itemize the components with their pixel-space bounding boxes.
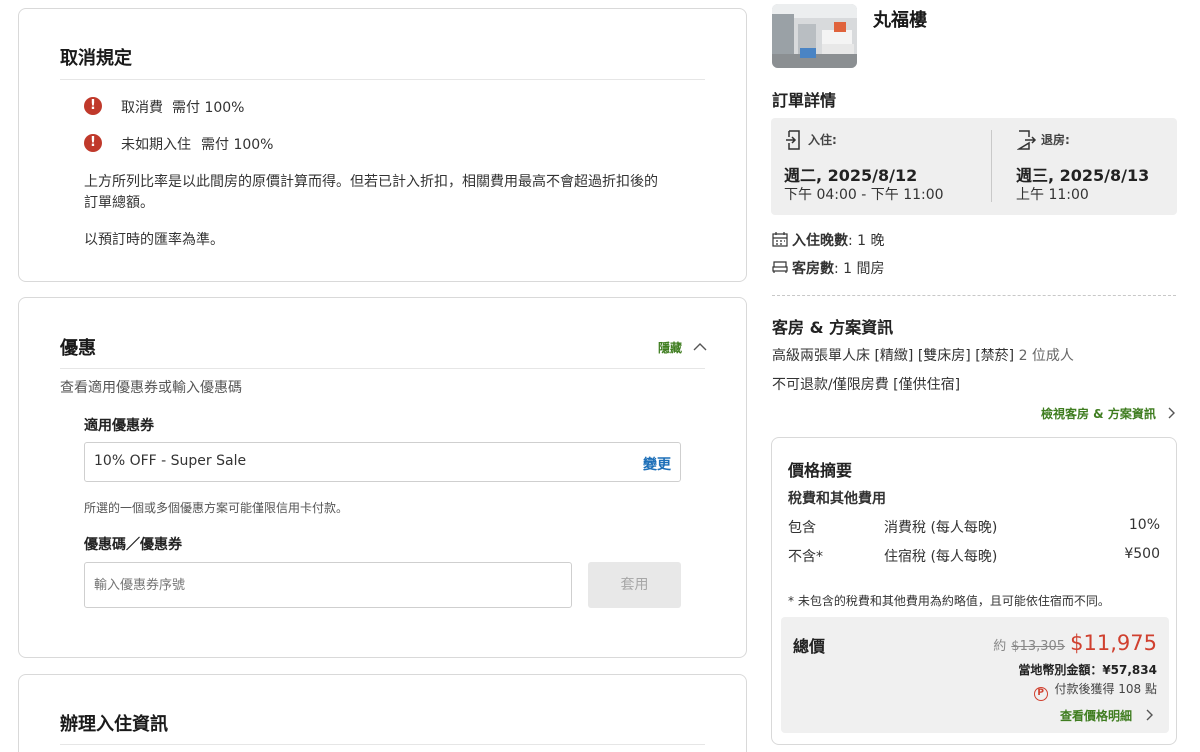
alert-icon: ! (84, 97, 102, 115)
tax-footnote: * 未包含的稅費和其他費用為約略值，且可能依住宿而不同。 (788, 594, 1110, 608)
chevron-right-icon (1168, 407, 1175, 419)
date-divider (991, 130, 992, 202)
apply-label: 套用 (620, 577, 649, 593)
checkout-time: 上午 11:00 (1016, 187, 1089, 203)
hotel-room-photo (772, 4, 857, 68)
tax-row-amount: ¥500 (1124, 546, 1160, 562)
total-label: 總價 (793, 637, 826, 656)
tax-row-status: 包含 (788, 520, 816, 536)
chevron-up-icon (693, 343, 707, 351)
tax-title: 稅費和其他費用 (788, 491, 886, 507)
calendar-icon (772, 232, 788, 247)
coupon-select[interactable]: 10% OFF - Super Sale 變更 (84, 442, 681, 482)
total-price: 約 $13,305 $11,975 (993, 631, 1157, 655)
no-show-label: 未如期入住 (121, 137, 191, 153)
view-room-plan-link[interactable]: 檢視客房 & 方案資訊 (1041, 403, 1177, 422)
checkout-date: 週三, 2025/8/13 (1016, 166, 1150, 185)
cancellation-note-line2: 訂單總額。 (84, 195, 154, 211)
checkin-door-icon (786, 130, 800, 150)
original-price: $13,305 (1011, 639, 1066, 654)
apply-button[interactable]: 套用 (588, 562, 681, 608)
promo-code-input[interactable] (84, 562, 572, 608)
change-coupon-button[interactable]: 變更 (643, 454, 671, 474)
order-title: 訂單詳情 (772, 91, 837, 110)
guest-count: 2 位成人 (1018, 348, 1074, 364)
cancel-fee-value: 需付 100% (172, 100, 245, 116)
room-description: 高級兩張單人床 [精緻] [雙床房] [禁菸] 2 位成人 (772, 345, 1074, 365)
tax-row-name: 住宿稅 (每人每晚) (884, 549, 998, 565)
promo-code-label: 優惠碼／優惠券 (84, 537, 182, 553)
tax-row-amount: 10% (1128, 517, 1160, 533)
checkin-date: 週二, 2025/8/12 (784, 166, 918, 185)
view-price-details-label: 查看價格明細 (1060, 709, 1133, 723)
tax-row-status: 不含* (788, 549, 823, 565)
discount-title: 優惠 (60, 338, 96, 359)
cancellation-title: 取消規定 (60, 48, 132, 69)
tax-row-name: 消費稅 (每人每晚) (884, 520, 998, 536)
dashed-divider (772, 295, 1176, 296)
price-summary-title: 價格摘要 (788, 461, 853, 480)
coupon-label: 適用優惠券 (84, 418, 154, 434)
points-text: 付款後獲得 108 點 (1054, 682, 1157, 696)
cancellation-note-line1: 上方所列比率是以此間房的原價計算而得。但若已計入折扣，相關費用最高不會超過折扣後… (84, 174, 658, 190)
points-icon: P (1033, 687, 1048, 701)
rate-policy: 不可退款/僅限房費 [僅供住宿] (772, 377, 961, 393)
checkin-info-title: 辦理入住資訊 (60, 714, 168, 735)
room-plan-title: 客房 & 方案資訊 (772, 318, 894, 337)
rooms-value: : 1 間房 (834, 261, 885, 277)
cancel-fee-label: 取消費 (121, 100, 163, 116)
divider (60, 368, 705, 369)
hide-toggle[interactable]: 隱藏 (658, 337, 707, 356)
no-show-value: 需付 100% (201, 137, 274, 153)
checkin-label: 入住: (808, 133, 837, 147)
local-currency-amount: 當地幣別金額：¥57,834 (1018, 663, 1157, 677)
view-room-plan-label: 檢視客房 & 方案資訊 (1041, 407, 1156, 421)
final-price: $11,975 (1070, 631, 1157, 655)
discount-subtitle: 查看適用優惠券或輸入優惠碼 (60, 380, 242, 396)
nights-label: 入住晚數 (792, 233, 848, 249)
nights-value: : 1 晚 (848, 233, 885, 249)
coupon-note: 所選的一個或多個優惠方案可能僅限信用卡付款。 (84, 501, 349, 515)
checkout-label: 退房: (1041, 133, 1070, 147)
hotel-name: 丸福樓 (873, 10, 927, 31)
approx-label: 約 (993, 639, 1007, 654)
bed-icon (772, 261, 788, 273)
checkin-time: 下午 04:00 - 下午 11:00 (784, 187, 944, 203)
rooms-row: 客房數: 1 間房 (792, 258, 885, 278)
checkout-door-icon (1017, 130, 1037, 150)
points-earned: P 付款後獲得 108 點 (1033, 680, 1157, 701)
exchange-rate-note: 以預訂時的匯率為準。 (84, 232, 224, 248)
nights-row: 入住晚數: 1 晚 (792, 230, 885, 250)
hide-label: 隱藏 (658, 341, 683, 355)
alert-icon: ! (84, 134, 102, 152)
chevron-right-icon (1146, 709, 1154, 721)
coupon-value: 10% OFF - Super Sale (94, 453, 247, 469)
divider (60, 744, 705, 745)
divider (60, 79, 705, 80)
view-price-details-link[interactable]: 查看價格明細 (1060, 705, 1155, 724)
room-type: 高級兩張單人床 [精緻] [雙床房] [禁菸] (772, 348, 1015, 364)
rooms-label: 客房數 (792, 261, 834, 277)
